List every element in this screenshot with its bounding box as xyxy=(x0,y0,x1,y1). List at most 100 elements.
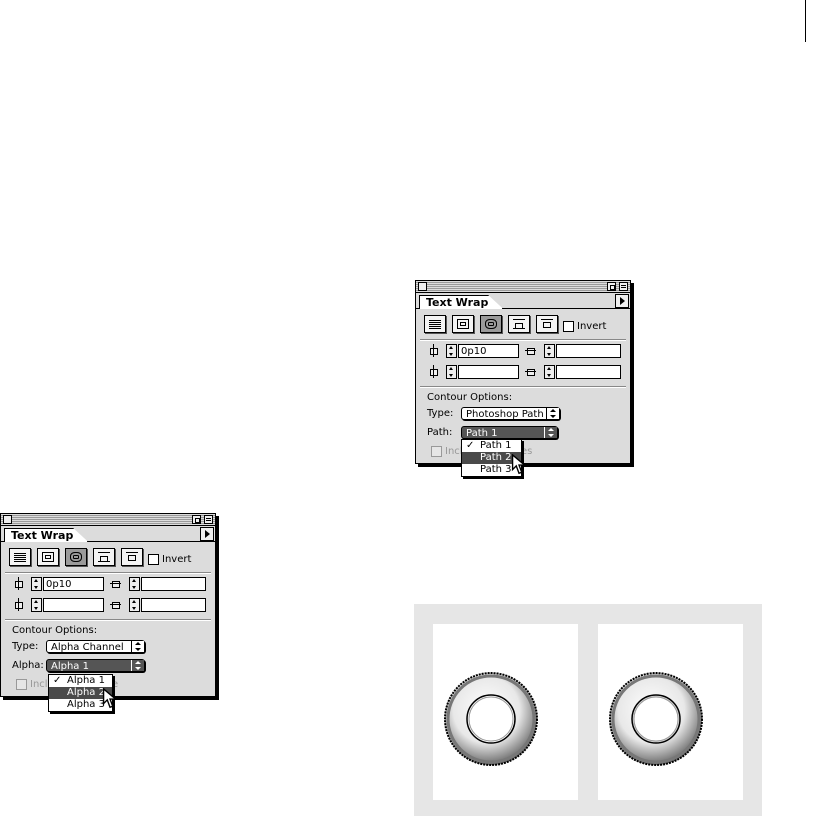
zoom-box-icon[interactable] xyxy=(607,282,616,291)
type-popup[interactable]: Photoshop Path xyxy=(461,407,560,420)
palette-tab-row: Text Wrap xyxy=(416,293,630,309)
alpha-popup[interactable]: Alpha 1 xyxy=(46,659,145,672)
invert-label: Invert xyxy=(577,321,607,332)
right-offset-stepper[interactable] xyxy=(129,598,140,612)
jump-object-icon xyxy=(513,319,525,329)
right-offset-icon xyxy=(525,365,536,378)
right-offset-field[interactable] xyxy=(556,365,621,379)
left-offset-icon xyxy=(110,577,121,590)
invert-label: Invert xyxy=(162,554,192,565)
bounding-box-icon xyxy=(42,552,54,562)
right-offset-icon xyxy=(110,598,121,611)
include-label: Incl xyxy=(30,679,48,690)
bottom-offset-stepper[interactable] xyxy=(446,365,457,379)
type-popup-value: Photoshop Path xyxy=(466,409,544,420)
type-label: Type: xyxy=(427,408,454,419)
text-wrap-palette-small: Text Wrap Invert 0p10 Contour Options: T… xyxy=(0,513,216,697)
collapse-box-icon[interactable] xyxy=(204,515,213,524)
bottom-offset-icon xyxy=(428,365,439,378)
divider xyxy=(420,386,626,388)
invert-checkbox[interactable] xyxy=(563,321,574,332)
include-inside-edges-checkbox[interactable] xyxy=(16,679,27,690)
collapse-box-icon[interactable] xyxy=(619,282,628,291)
path-popup-value: Path 1 xyxy=(466,428,498,439)
palette-menu-arrow-icon[interactable] xyxy=(200,527,214,541)
right-offset-field[interactable] xyxy=(141,598,206,612)
palette-titlebar[interactable] xyxy=(1,514,215,526)
path-label: Path: xyxy=(427,427,453,438)
include-inside-edges-checkbox[interactable] xyxy=(431,446,442,457)
invert-checkbox[interactable] xyxy=(148,554,159,565)
bounding-box-wrap-button[interactable] xyxy=(452,315,474,333)
left-offset-stepper[interactable] xyxy=(129,577,140,591)
example-images-panel xyxy=(414,604,762,816)
menu-item-alpha-1[interactable]: ✓ Alpha 1 xyxy=(49,675,112,687)
jump-next-column-icon xyxy=(126,552,138,562)
include-label: Incl xyxy=(445,446,463,457)
no-wrap-icon xyxy=(429,319,441,329)
bottom-offset-field[interactable] xyxy=(458,365,519,379)
checkmark-icon: ✓ xyxy=(53,675,62,686)
wrap-mode-buttons: Invert xyxy=(416,309,630,335)
wrap-mode-buttons: Invert xyxy=(1,542,215,568)
top-offset-field[interactable]: 0p10 xyxy=(43,577,104,591)
top-offset-icon xyxy=(428,344,439,357)
jump-next-column-icon xyxy=(541,319,553,329)
jump-object-icon xyxy=(98,552,110,562)
divider xyxy=(5,619,211,621)
no-wrap-icon xyxy=(14,552,26,562)
alpha-popup-value: Alpha 1 xyxy=(51,661,89,672)
object-shape-icon xyxy=(70,552,82,562)
bounding-box-icon xyxy=(457,319,469,329)
jump-object-wrap-button[interactable] xyxy=(93,548,115,566)
object-shape-wrap-button[interactable] xyxy=(65,548,87,566)
object-shape-icon xyxy=(485,319,497,329)
image-frame-right xyxy=(598,624,743,800)
top-offset-icon xyxy=(13,577,24,590)
type-label: Type: xyxy=(12,641,39,652)
right-offset-stepper[interactable] xyxy=(544,365,555,379)
bottom-offset-field[interactable] xyxy=(43,598,104,612)
contour-options-label: Contour Options: xyxy=(12,625,98,636)
type-popup[interactable]: Alpha Channel xyxy=(46,640,145,653)
jump-to-next-column-button[interactable] xyxy=(121,548,143,566)
left-offset-icon xyxy=(525,344,536,357)
tab-text-wrap[interactable]: Text Wrap xyxy=(419,295,504,309)
contour-options-label: Contour Options: xyxy=(427,392,513,403)
image-frame-left xyxy=(433,624,578,800)
popup-arrows-icon xyxy=(544,427,557,438)
ring-graphic xyxy=(444,672,538,766)
jump-object-wrap-button[interactable] xyxy=(508,315,530,333)
left-offset-stepper[interactable] xyxy=(544,344,555,358)
divider xyxy=(5,572,211,574)
jump-to-next-column-button[interactable] xyxy=(536,315,558,333)
palette-menu-arrow-icon[interactable] xyxy=(615,294,629,308)
top-offset-stepper[interactable] xyxy=(31,577,42,591)
bounding-box-wrap-button[interactable] xyxy=(37,548,59,566)
close-box-icon[interactable] xyxy=(418,282,427,291)
menu-item-path-1[interactable]: ✓ Path 1 xyxy=(462,440,521,452)
top-offset-field[interactable]: 0p10 xyxy=(458,344,519,358)
popup-arrows-icon xyxy=(131,660,144,671)
tab-text-wrap[interactable]: Text Wrap xyxy=(4,528,89,542)
top-offset-stepper[interactable] xyxy=(446,344,457,358)
bottom-offset-stepper[interactable] xyxy=(31,598,42,612)
arrow-cursor-icon xyxy=(511,454,527,475)
path-popup[interactable]: Path 1 xyxy=(461,426,558,439)
zoom-box-icon[interactable] xyxy=(192,515,201,524)
popup-arrows-icon xyxy=(131,641,144,652)
popup-arrows-icon xyxy=(546,408,559,419)
page-edge-rule xyxy=(805,0,806,42)
no-wrap-button[interactable] xyxy=(9,548,31,566)
no-wrap-button[interactable] xyxy=(424,315,446,333)
close-box-icon[interactable] xyxy=(3,515,12,524)
text-wrap-palette-large: Text Wrap Invert 0p10 Contour Options: T… xyxy=(415,280,631,464)
left-offset-field[interactable] xyxy=(141,577,206,591)
left-offset-field[interactable] xyxy=(556,344,621,358)
alpha-label: Alpha: xyxy=(12,660,44,671)
object-shape-wrap-button[interactable] xyxy=(480,315,502,333)
bottom-offset-icon xyxy=(13,598,24,611)
checkmark-icon: ✓ xyxy=(466,440,475,451)
palette-titlebar[interactable] xyxy=(416,281,630,293)
type-popup-value: Alpha Channel xyxy=(51,642,124,653)
